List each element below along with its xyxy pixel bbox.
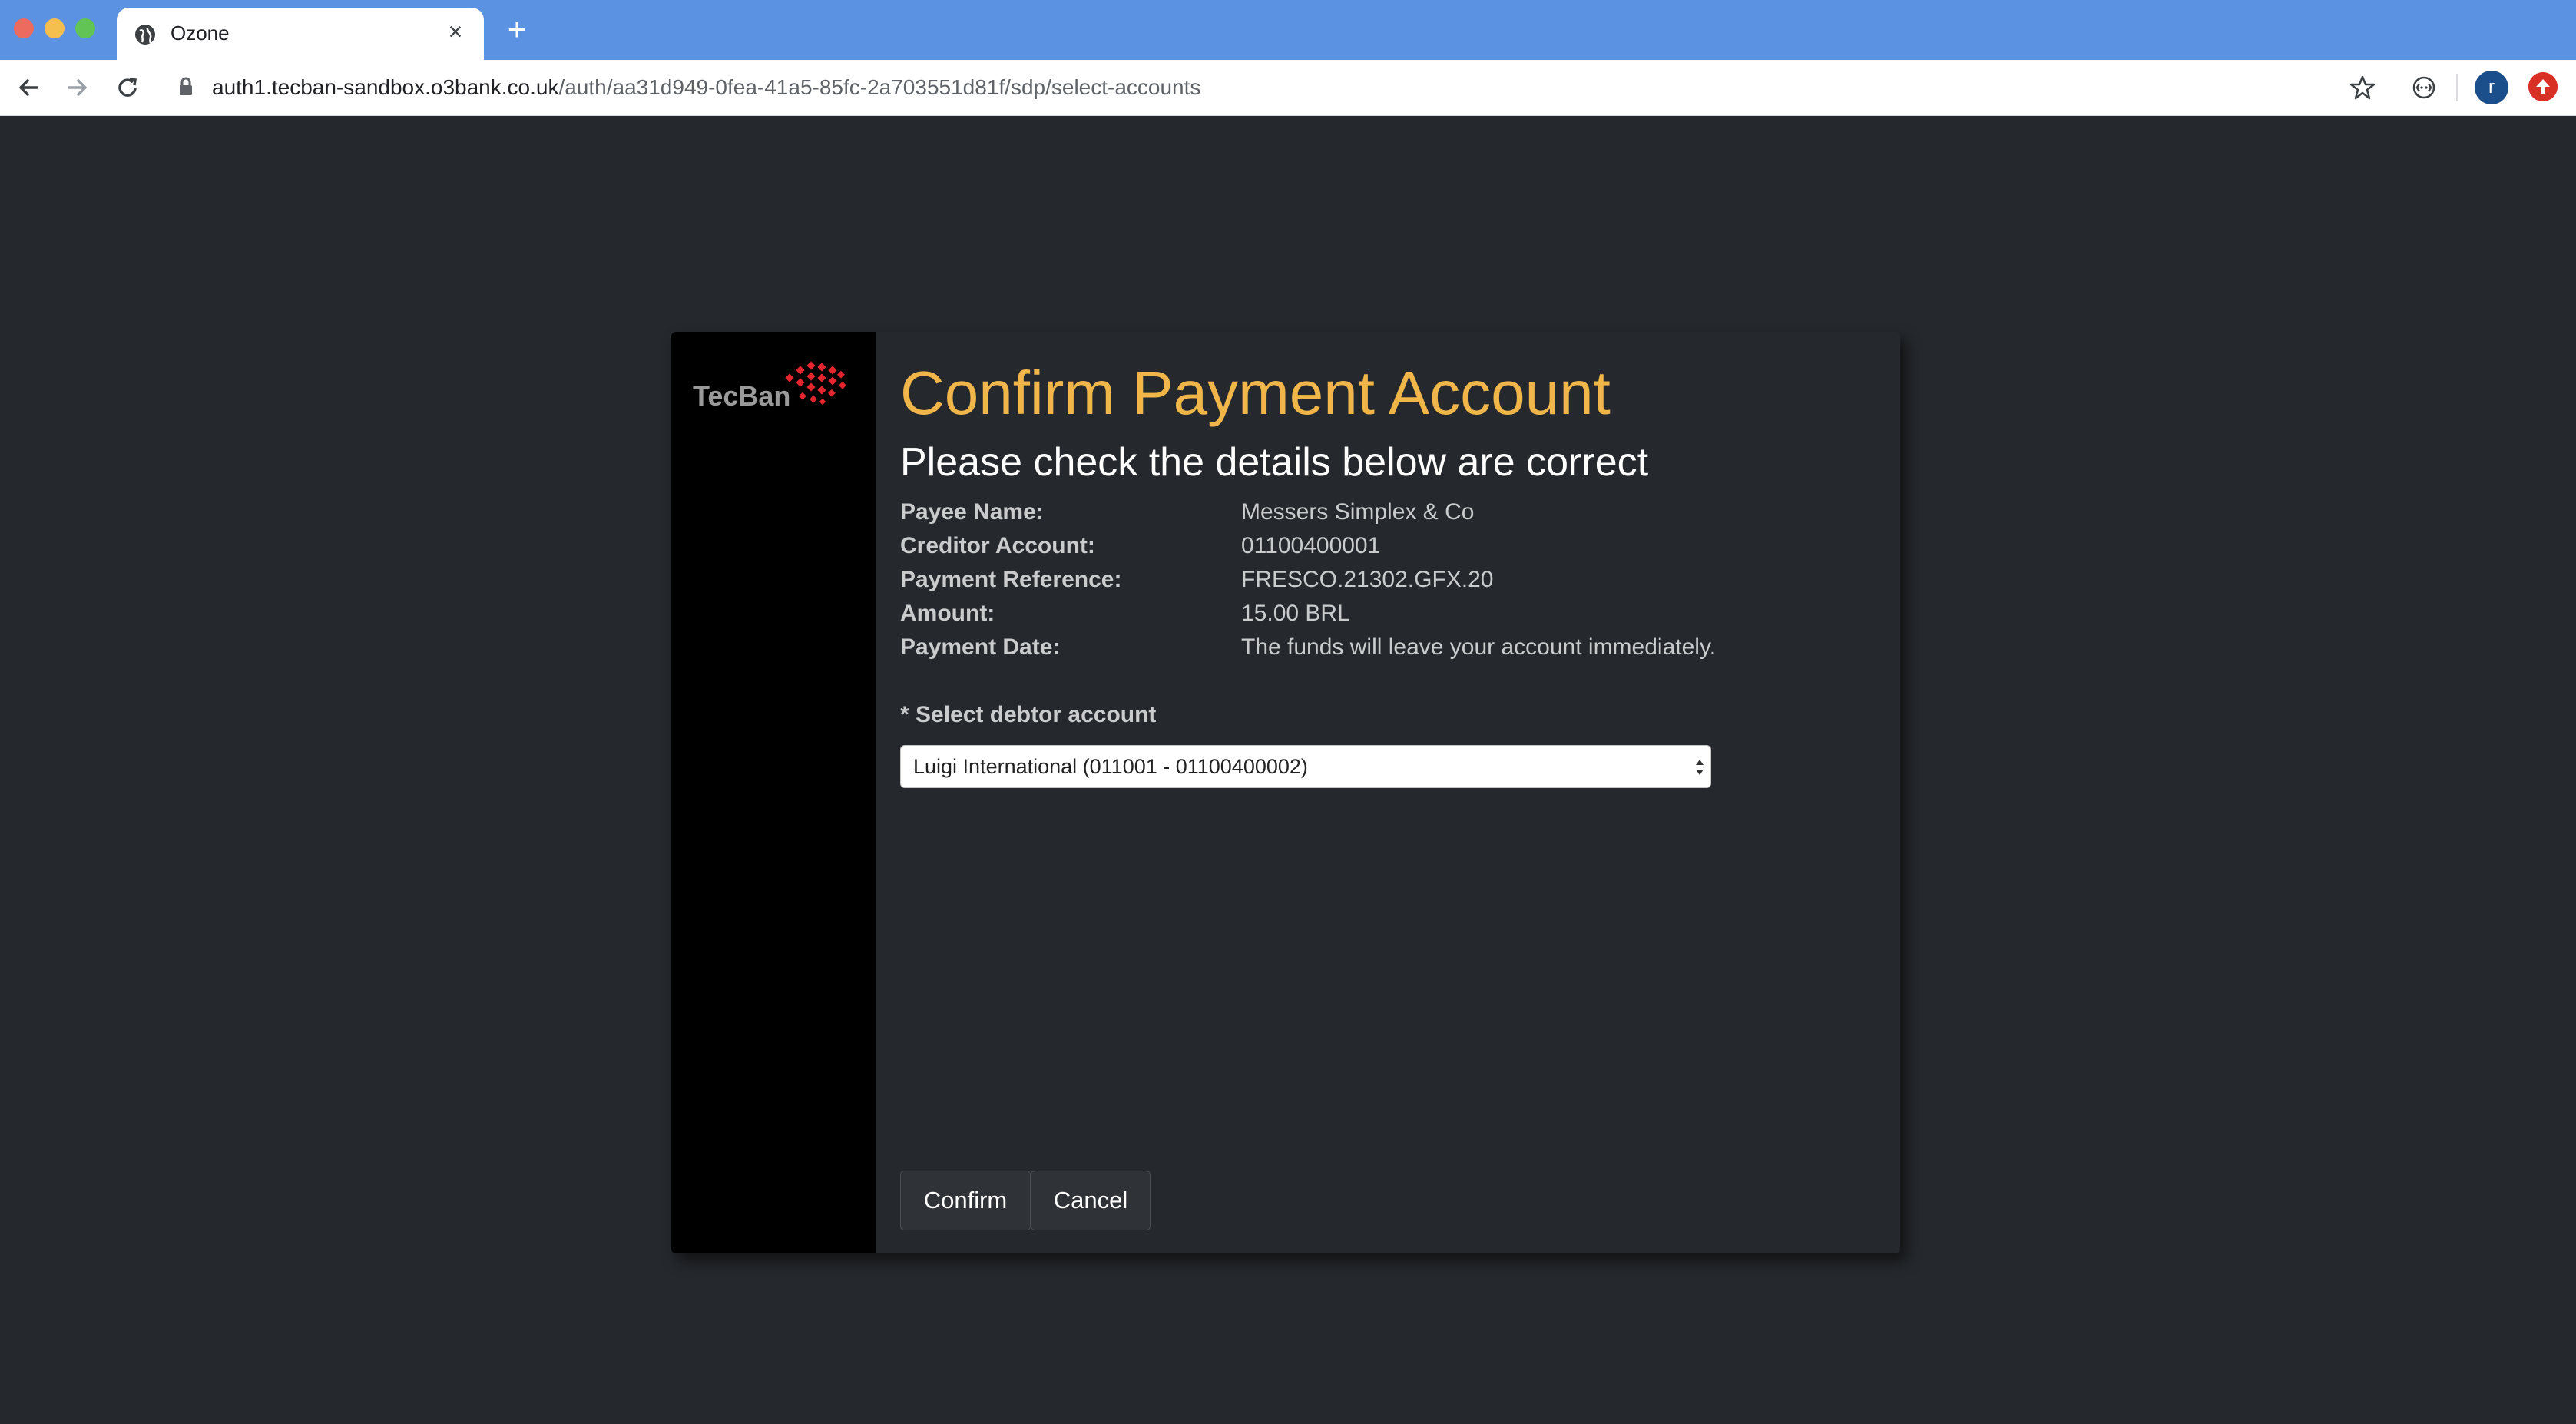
detail-label: Payee Name: — [900, 499, 1044, 525]
detail-value: FRESCO.21302.GFX.20 — [1241, 567, 1494, 592]
extension-icon[interactable] — [2409, 72, 2439, 103]
payment-dialog: TecBan Confirm Payment Account Please ch… — [671, 332, 1900, 1253]
detail-label: Payment Date: — [900, 634, 1061, 660]
debtor-account-select[interactable]: Luigi International (011001 - 0110040000… — [900, 745, 1711, 788]
globe-icon — [135, 25, 155, 45]
window-minimize-button[interactable] — [45, 18, 65, 38]
detail-row-amount: Amount: 15.00 BRL — [900, 601, 1876, 634]
detail-label: Creditor Account: — [900, 533, 1095, 558]
reload-icon[interactable] — [112, 72, 143, 103]
confirm-button[interactable]: Confirm — [900, 1171, 1031, 1230]
tecban-logo: TecBan — [693, 361, 846, 412]
window-close-button[interactable] — [14, 18, 34, 38]
browser-tab-strip: Ozone × + — [0, 0, 2576, 60]
dialog-sidebar: TecBan — [671, 332, 876, 1253]
detail-row-payment-date: Payment Date: The funds will leave your … — [900, 634, 1876, 668]
logo-text: TecBan — [693, 380, 790, 412]
forward-arrow-icon[interactable] — [61, 72, 92, 103]
browser-tab[interactable]: Ozone × — [117, 8, 484, 60]
detail-value: 01100400001 — [1241, 533, 1381, 558]
page-subtitle: Please check the details below are corre… — [900, 440, 1649, 485]
debtor-account-label: * Select debtor account — [900, 702, 1157, 727]
selected-account: Luigi International (011001 - 0110040000… — [913, 755, 1308, 778]
update-icon[interactable] — [2528, 72, 2558, 101]
detail-row-creditor-account: Creditor Account: 01100400001 — [900, 533, 1876, 567]
window-zoom-button[interactable] — [75, 18, 95, 38]
tab-title: Ozone — [171, 22, 230, 45]
star-icon[interactable] — [2347, 72, 2378, 103]
avatar[interactable]: r — [2475, 71, 2508, 104]
cancel-button[interactable]: Cancel — [1031, 1171, 1151, 1230]
detail-value: The funds will leave your account immedi… — [1241, 634, 1717, 660]
page-title: Confirm Payment Account — [900, 359, 1611, 427]
plus-icon[interactable]: + — [501, 13, 533, 46]
toolbar-divider — [2456, 74, 2458, 101]
detail-row-payee: Payee Name: Messers Simplex & Co — [900, 499, 1876, 533]
detail-label: Amount: — [900, 601, 995, 626]
url-host: auth1.tecban-sandbox.o3bank.co.uk — [212, 75, 559, 99]
detail-value: Messers Simplex & Co — [1241, 499, 1475, 525]
detail-row-reference: Payment Reference: FRESCO.21302.GFX.20 — [900, 567, 1876, 601]
back-arrow-icon[interactable] — [14, 72, 45, 103]
url-path: /auth/aa31d949-0fea-41a5-85fc-2a703551d8… — [558, 75, 1201, 99]
detail-label: Payment Reference: — [900, 567, 1122, 592]
lock-icon[interactable] — [178, 77, 194, 97]
select-arrows-icon — [1696, 760, 1704, 775]
dialog-content: Confirm Payment Account Please check the… — [900, 332, 1876, 1253]
address-bar[interactable]: auth1.tecban-sandbox.o3bank.co.uk/auth/a… — [212, 75, 1200, 100]
close-icon[interactable]: × — [442, 18, 469, 45]
browser-toolbar: auth1.tecban-sandbox.o3bank.co.uk/auth/a… — [0, 60, 2576, 116]
detail-value: 15.00 BRL — [1241, 601, 1350, 626]
payment-details: Payee Name: Messers Simplex & Co Credito… — [900, 499, 1876, 668]
